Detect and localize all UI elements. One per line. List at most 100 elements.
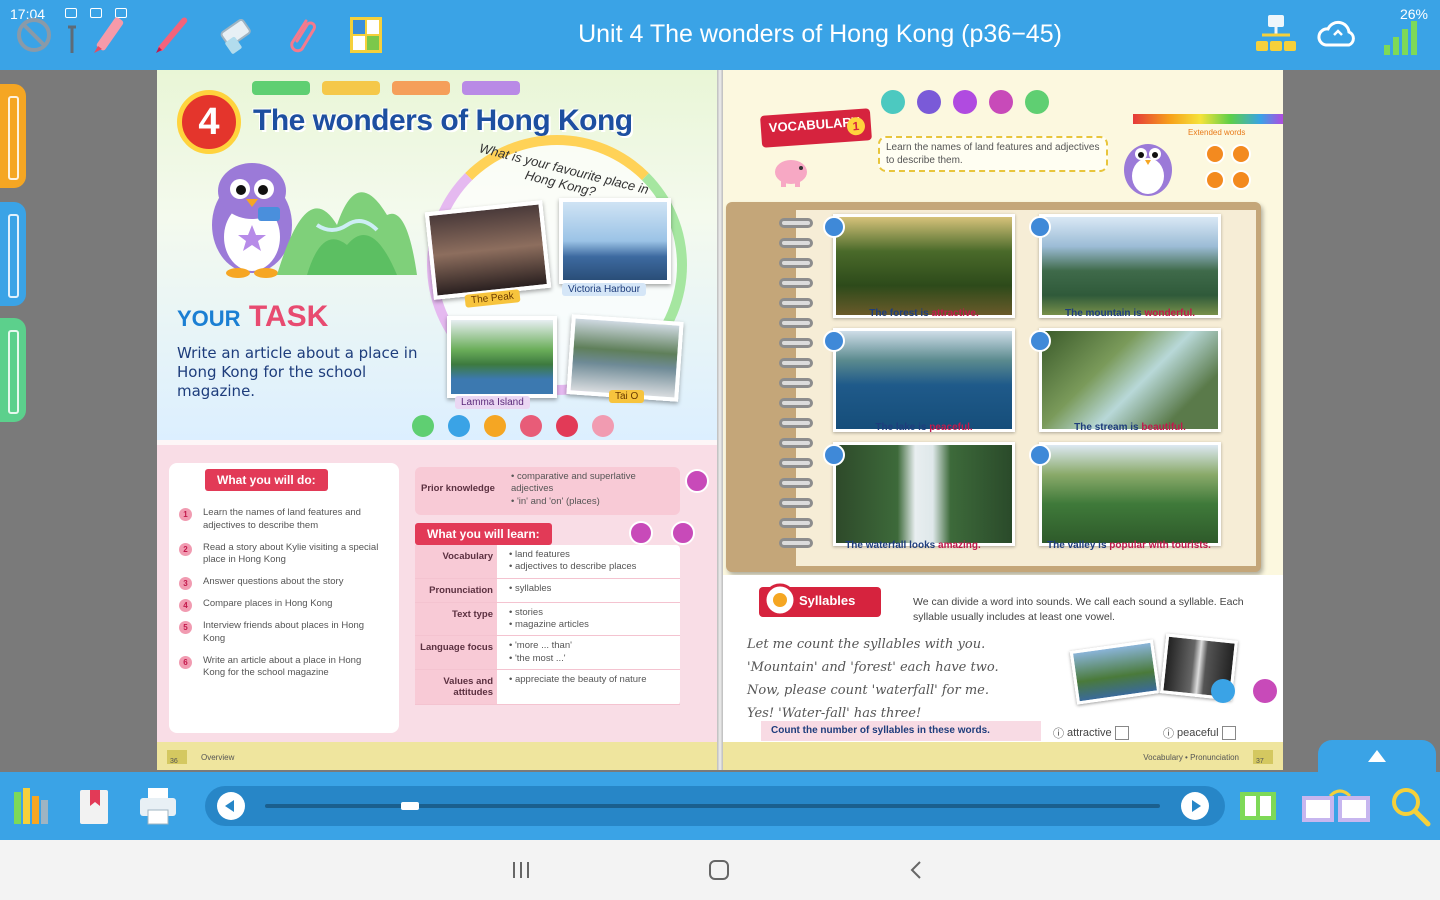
- paperclip-icon: [290, 19, 316, 53]
- paperclip-tool[interactable]: [276, 10, 324, 60]
- mountain-forest-stamp: [1069, 639, 1161, 705]
- vocab-card-forest[interactable]: [833, 214, 1015, 318]
- table-row: Vocabulary • land features • adjectives t…: [415, 545, 680, 579]
- print-button[interactable]: [134, 782, 182, 830]
- photo-the-peak[interactable]: [424, 200, 552, 300]
- vocab-card-stream[interactable]: [1039, 328, 1221, 432]
- sound-icon[interactable]: ⓘ: [1053, 725, 1064, 741]
- pronunciation-game-icon[interactable]: [1253, 679, 1277, 703]
- flash-cards-icon[interactable]: [953, 90, 977, 114]
- worksheet-answer-icon[interactable]: [592, 415, 614, 437]
- audio-waterfall-button[interactable]: [823, 444, 845, 466]
- game-2-button[interactable]: [629, 521, 653, 545]
- search-button[interactable]: [1386, 782, 1434, 830]
- usage-icon[interactable]: [881, 90, 905, 114]
- game-1-button[interactable]: [685, 469, 709, 493]
- what-you-will-learn-table: Vocabulary • land features • adjectives t…: [415, 545, 680, 706]
- eraser-tool[interactable]: [212, 10, 260, 60]
- notebook-ring: [779, 498, 813, 508]
- page-slider-track[interactable]: [265, 802, 1160, 810]
- vocab-card-valley[interactable]: [1039, 442, 1221, 546]
- vocab-caption-lake: The lake is peaceful.: [875, 422, 973, 433]
- no-entry-icon: [17, 18, 51, 52]
- syllables-target-icon: [763, 583, 797, 617]
- answer-box-peaceful[interactable]: [1221, 726, 1236, 740]
- extended-words-buttons: [1205, 144, 1251, 190]
- signal-icon: [1384, 21, 1417, 55]
- home-icon[interactable]: [704, 858, 734, 882]
- vocab-caption-waterfall: The waterfall looks amazing.: [845, 540, 981, 551]
- syllables-description: We can divide a word into sounds. We cal…: [913, 596, 1244, 624]
- e-dict-icon[interactable]: [917, 90, 941, 114]
- video-resource-icon[interactable]: [448, 415, 470, 437]
- game-3-button[interactable]: [671, 521, 695, 545]
- notebook-ring: [779, 258, 813, 268]
- cloud-sync-tool[interactable]: [1314, 10, 1362, 60]
- list-item: 1 Learn the names of land features and ad…: [179, 507, 379, 533]
- extended-word-4-button[interactable]: [1231, 170, 1251, 190]
- double-page-icon: [1302, 789, 1370, 822]
- side-tab-orange[interactable]: [0, 84, 26, 188]
- chart-resource-icon[interactable]: [520, 415, 542, 437]
- book-page-right: VOCABULARY 1 Learn the names of land fea…: [723, 70, 1283, 770]
- network-tool[interactable]: [1252, 10, 1300, 60]
- audio-lake-button[interactable]: [823, 330, 845, 352]
- previous-page-button[interactable]: [217, 792, 245, 820]
- highlighter-icon: [94, 17, 124, 53]
- audio-forest-button[interactable]: [823, 216, 845, 238]
- bookmark-button[interactable]: [70, 782, 118, 830]
- home-resource-icon[interactable]: [484, 415, 506, 437]
- option-peaceful: ⓘ peaceful: [1163, 725, 1236, 741]
- extended-word-3-button[interactable]: [1205, 170, 1225, 190]
- what-you-will-do-title: What you will do:: [205, 469, 328, 491]
- single-page-view-button[interactable]: [1234, 782, 1282, 830]
- piggy-bank-icon[interactable]: [771, 152, 811, 190]
- signal-tool[interactable]: [1378, 10, 1426, 60]
- eraser-icon: [220, 18, 251, 54]
- hills-illustration-icon: [277, 192, 417, 275]
- extended-words-label: Extended words: [1188, 128, 1246, 137]
- audio-valley-button[interactable]: [1029, 444, 1051, 466]
- page-title: The wonders of Hong Kong: [253, 104, 633, 137]
- worksheet-resource-icon[interactable]: [556, 415, 578, 437]
- audio-mountain-button[interactable]: [1029, 216, 1051, 238]
- photo-lamma-island[interactable]: [447, 316, 557, 398]
- no-entry-tool[interactable]: [10, 10, 58, 60]
- sound-icon[interactable]: ⓘ: [1163, 725, 1174, 741]
- resource-icon-row: [412, 415, 614, 437]
- next-page-button[interactable]: [1181, 792, 1209, 820]
- pronunciation-audio-icon[interactable]: [1211, 679, 1235, 703]
- extended-word-1-button[interactable]: [1205, 144, 1225, 164]
- penguin-small-icon: [1124, 144, 1172, 196]
- grid-tool[interactable]: [342, 10, 390, 60]
- vocab-card-lake[interactable]: [833, 328, 1015, 432]
- bookshelf-button[interactable]: [6, 782, 54, 830]
- photo-tai-o[interactable]: [566, 314, 684, 402]
- recent-apps-icon[interactable]: [506, 858, 536, 882]
- expand-toolbar-tab[interactable]: [1318, 740, 1436, 772]
- notebook-ring: [779, 538, 813, 548]
- notebook-ring: [779, 438, 813, 448]
- double-page-view-button[interactable]: [1300, 782, 1372, 830]
- syllables-section: Syllables We can divide a word into soun…: [723, 575, 1283, 750]
- vocab-objective: Learn the names of land features and adj…: [878, 136, 1108, 172]
- side-tab-blue[interactable]: [0, 202, 26, 306]
- audio-stream-button[interactable]: [1029, 330, 1051, 352]
- vocab-card-mountain[interactable]: [1039, 214, 1221, 318]
- prior-knowledge-list: • comparative and superlative adjectives…: [511, 471, 680, 508]
- extended-word-2-button[interactable]: [1231, 144, 1251, 164]
- bookmark-icon: [80, 790, 108, 824]
- photo-victoria-harbour[interactable]: [559, 198, 671, 284]
- pen-tool[interactable]: [148, 10, 196, 60]
- top-toolbar: 17:04 Unit 4 The wonders of Hong Kong (p…: [0, 0, 1440, 70]
- vocab-card-waterfall[interactable]: [833, 442, 1015, 546]
- answer-box-attractive[interactable]: [1114, 726, 1129, 740]
- games-icon[interactable]: [989, 90, 1013, 114]
- page-slider-thumb[interactable]: [400, 802, 419, 810]
- side-tab-green[interactable]: [0, 318, 26, 422]
- audio-resource-icon[interactable]: [412, 415, 434, 437]
- prior-knowledge-label: Prior knowledge: [421, 483, 495, 494]
- wordlist-icon[interactable]: [1025, 90, 1049, 114]
- back-icon[interactable]: [902, 858, 932, 882]
- highlighter-tool[interactable]: [84, 10, 132, 60]
